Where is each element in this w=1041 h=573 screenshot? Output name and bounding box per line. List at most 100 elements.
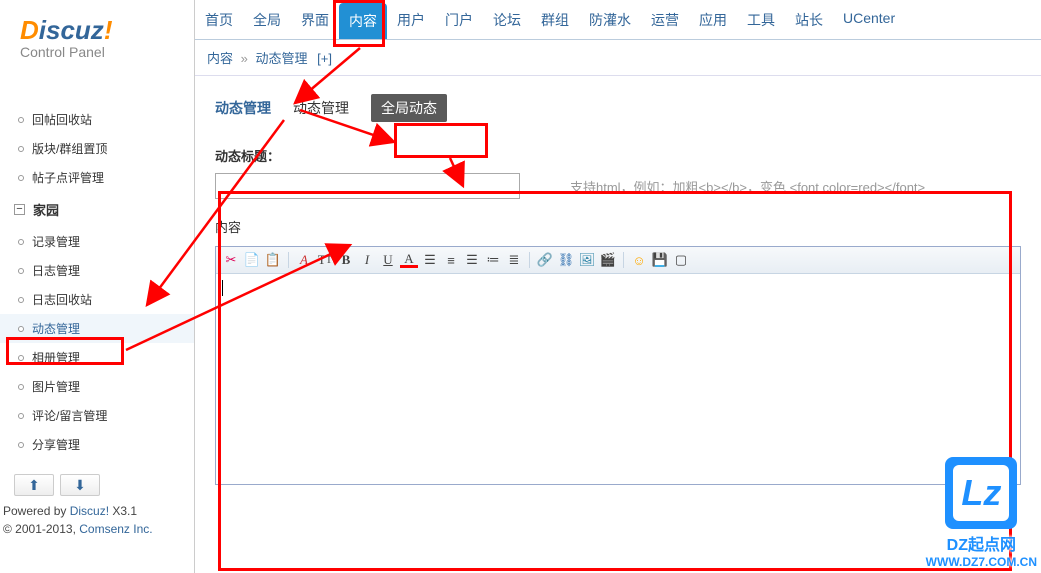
sidebar-group-label: 家园 — [33, 200, 59, 219]
sidebar-item-label: 回帖回收站 — [32, 111, 92, 128]
sidebar-item-label: 动态管理 — [32, 320, 80, 337]
fore-color-icon[interactable]: A — [400, 253, 418, 268]
top-nav: 首页全局界面内容用户门户论坛群组防灌水运营应用工具站长UCenter — [195, 0, 1041, 40]
editor-toolbar: ✂ 📄 📋 A TT B I U A ☰ ≡ ☰ ≔ ≣ 🔗 — [216, 247, 1020, 274]
nav-down-button[interactable]: ⬇ — [60, 474, 100, 496]
page-tabs: 动态管理 动态管理 全局动态 — [195, 76, 1041, 122]
sidebar-item-label: 帖子点评管理 — [32, 169, 104, 186]
topnav-item-12[interactable]: 站长 — [785, 0, 833, 39]
font-size-icon[interactable]: TT — [316, 251, 334, 269]
sidebar-item-label: 图片管理 — [32, 378, 80, 395]
title-input[interactable] — [215, 173, 520, 199]
arrow-up-icon: ⬆ — [28, 477, 40, 494]
bullet-icon — [18, 117, 24, 123]
tab-feed-manage-2[interactable]: 动态管理 — [293, 98, 349, 118]
sidebar-item-picture[interactable]: 图片管理 — [0, 372, 194, 401]
nav-up-button[interactable]: ⬆ — [14, 474, 54, 496]
bullet-icon — [18, 413, 24, 419]
logo-subtitle: Control Panel — [20, 44, 174, 60]
topnav-item-4[interactable]: 用户 — [387, 0, 435, 39]
collapse-icon: − — [14, 204, 25, 215]
bullet-icon — [18, 297, 24, 303]
save-icon[interactable]: 💾 — [651, 251, 669, 269]
sidebar-group-home[interactable]: −家园 — [0, 192, 194, 227]
breadcrumb-add[interactable]: [+] — [317, 51, 332, 66]
breadcrumb-sep: » — [241, 51, 248, 66]
editor: ✂ 📄 📋 A TT B I U A ☰ ≡ ☰ ≔ ≣ 🔗 — [215, 246, 1021, 485]
topnav-item-8[interactable]: 防灌水 — [579, 0, 641, 39]
topnav-item-1[interactable]: 全局 — [243, 0, 291, 39]
logo-iscuz: iscuz — [39, 15, 104, 45]
topnav-item-11[interactable]: 工具 — [737, 0, 785, 39]
footer-line2: © 2001-2013, Comsenz Inc. — [0, 522, 194, 540]
watermark-text2: WWW.DZ7.COM.CN — [926, 555, 1037, 569]
bullet-icon — [18, 146, 24, 152]
topnav-item-9[interactable]: 运营 — [641, 0, 689, 39]
sidebar-item-label: 分享管理 — [32, 436, 80, 453]
bullet-icon — [18, 239, 24, 245]
font-color-icon[interactable]: A — [295, 251, 313, 269]
bullet-icon — [18, 175, 24, 181]
sidebar-item-label: 日志管理 — [32, 262, 80, 279]
topnav-item-6[interactable]: 论坛 — [483, 0, 531, 39]
sidebar-item-label: 相册管理 — [32, 349, 80, 366]
emoji-icon[interactable]: ☺ — [630, 251, 648, 269]
logo-d: D — [20, 15, 39, 45]
sidebar-item-forum-sticky[interactable]: 版块/群组置顶 — [0, 134, 194, 163]
align-left-icon[interactable]: ☰ — [421, 251, 439, 269]
bullet-icon — [18, 326, 24, 332]
topnav-item-13[interactable]: UCenter — [833, 0, 905, 39]
link-icon[interactable]: 🔗 — [536, 251, 554, 269]
bold-icon[interactable]: B — [337, 251, 355, 269]
separator-icon — [529, 252, 530, 268]
tab-global-feed[interactable]: 全局动态 — [371, 94, 447, 122]
underline-icon[interactable]: U — [379, 251, 397, 269]
unlink-icon[interactable]: ⛓ — [557, 251, 575, 269]
content-label: 内容 — [215, 217, 1021, 236]
topnav-item-10[interactable]: 应用 — [689, 0, 737, 39]
sidebar-nav: 回帖回收站 版块/群组置顶 帖子点评管理 −家园 记录管理 日志管理 日志回收站… — [0, 100, 194, 464]
align-right-icon[interactable]: ☰ — [463, 251, 481, 269]
footer-line1: Powered by Discuz! X3.1 — [0, 504, 194, 522]
topnav-item-0[interactable]: 首页 — [195, 0, 243, 39]
sidebar-item-comment[interactable]: 评论/留言管理 — [0, 401, 194, 430]
sidebar-item-album[interactable]: 相册管理 — [0, 343, 194, 372]
sidebar-item-blog-recycle[interactable]: 日志回收站 — [0, 285, 194, 314]
sidebar-item-feed[interactable]: 动态管理 — [0, 314, 194, 343]
topnav-item-5[interactable]: 门户 — [435, 0, 483, 39]
tab-feed-manage[interactable]: 动态管理 — [215, 98, 271, 118]
sidebar-item-share[interactable]: 分享管理 — [0, 430, 194, 459]
italic-icon[interactable]: I — [358, 251, 376, 269]
cut-icon[interactable]: ✂ — [222, 251, 240, 269]
copy-icon[interactable]: 📄 — [243, 251, 261, 269]
footer-discuz-link[interactable]: Discuz! — [70, 504, 109, 518]
media-icon[interactable]: 🎬 — [599, 251, 617, 269]
fullscreen-icon[interactable]: ▢ — [672, 251, 690, 269]
logo: Discuz! Control Panel — [0, 0, 194, 70]
breadcrumb: 内容 » 动态管理 [+] — [195, 40, 1041, 76]
title-label: 动态标题： — [215, 146, 1021, 165]
topnav-item-2[interactable]: 界面 — [291, 0, 339, 39]
breadcrumb-content[interactable]: 内容 — [207, 51, 233, 66]
breadcrumb-feed[interactable]: 动态管理 — [256, 51, 308, 66]
watermark: Lz DZ起点网 WWW.DZ7.COM.CN — [926, 457, 1037, 569]
watermark-logo: Lz — [953, 465, 1009, 521]
editor-body[interactable] — [216, 274, 1020, 484]
arrow-down-icon: ⬇ — [74, 477, 86, 494]
image-icon[interactable]: 🖼 — [578, 251, 596, 269]
topnav-item-7[interactable]: 群组 — [531, 0, 579, 39]
sidebar-item-reply-recycle[interactable]: 回帖回收站 — [0, 105, 194, 134]
watermark-text1: DZ起点网 — [926, 531, 1037, 555]
sidebar-item-post-comment[interactable]: 帖子点评管理 — [0, 163, 194, 192]
footer-comsenz-link[interactable]: Comsenz Inc. — [79, 522, 152, 536]
sidebar-item-blog[interactable]: 日志管理 — [0, 256, 194, 285]
sidebar-item-label: 日志回收站 — [32, 291, 92, 308]
ordered-list-icon[interactable]: ≔ — [484, 251, 502, 269]
bullet-icon — [18, 442, 24, 448]
unordered-list-icon[interactable]: ≣ — [505, 251, 523, 269]
paste-icon[interactable]: 📋 — [264, 251, 282, 269]
sidebar-item-label: 评论/留言管理 — [32, 407, 107, 424]
align-center-icon[interactable]: ≡ — [442, 251, 460, 269]
sidebar-item-record[interactable]: 记录管理 — [0, 227, 194, 256]
topnav-item-3[interactable]: 内容 — [339, 3, 387, 39]
